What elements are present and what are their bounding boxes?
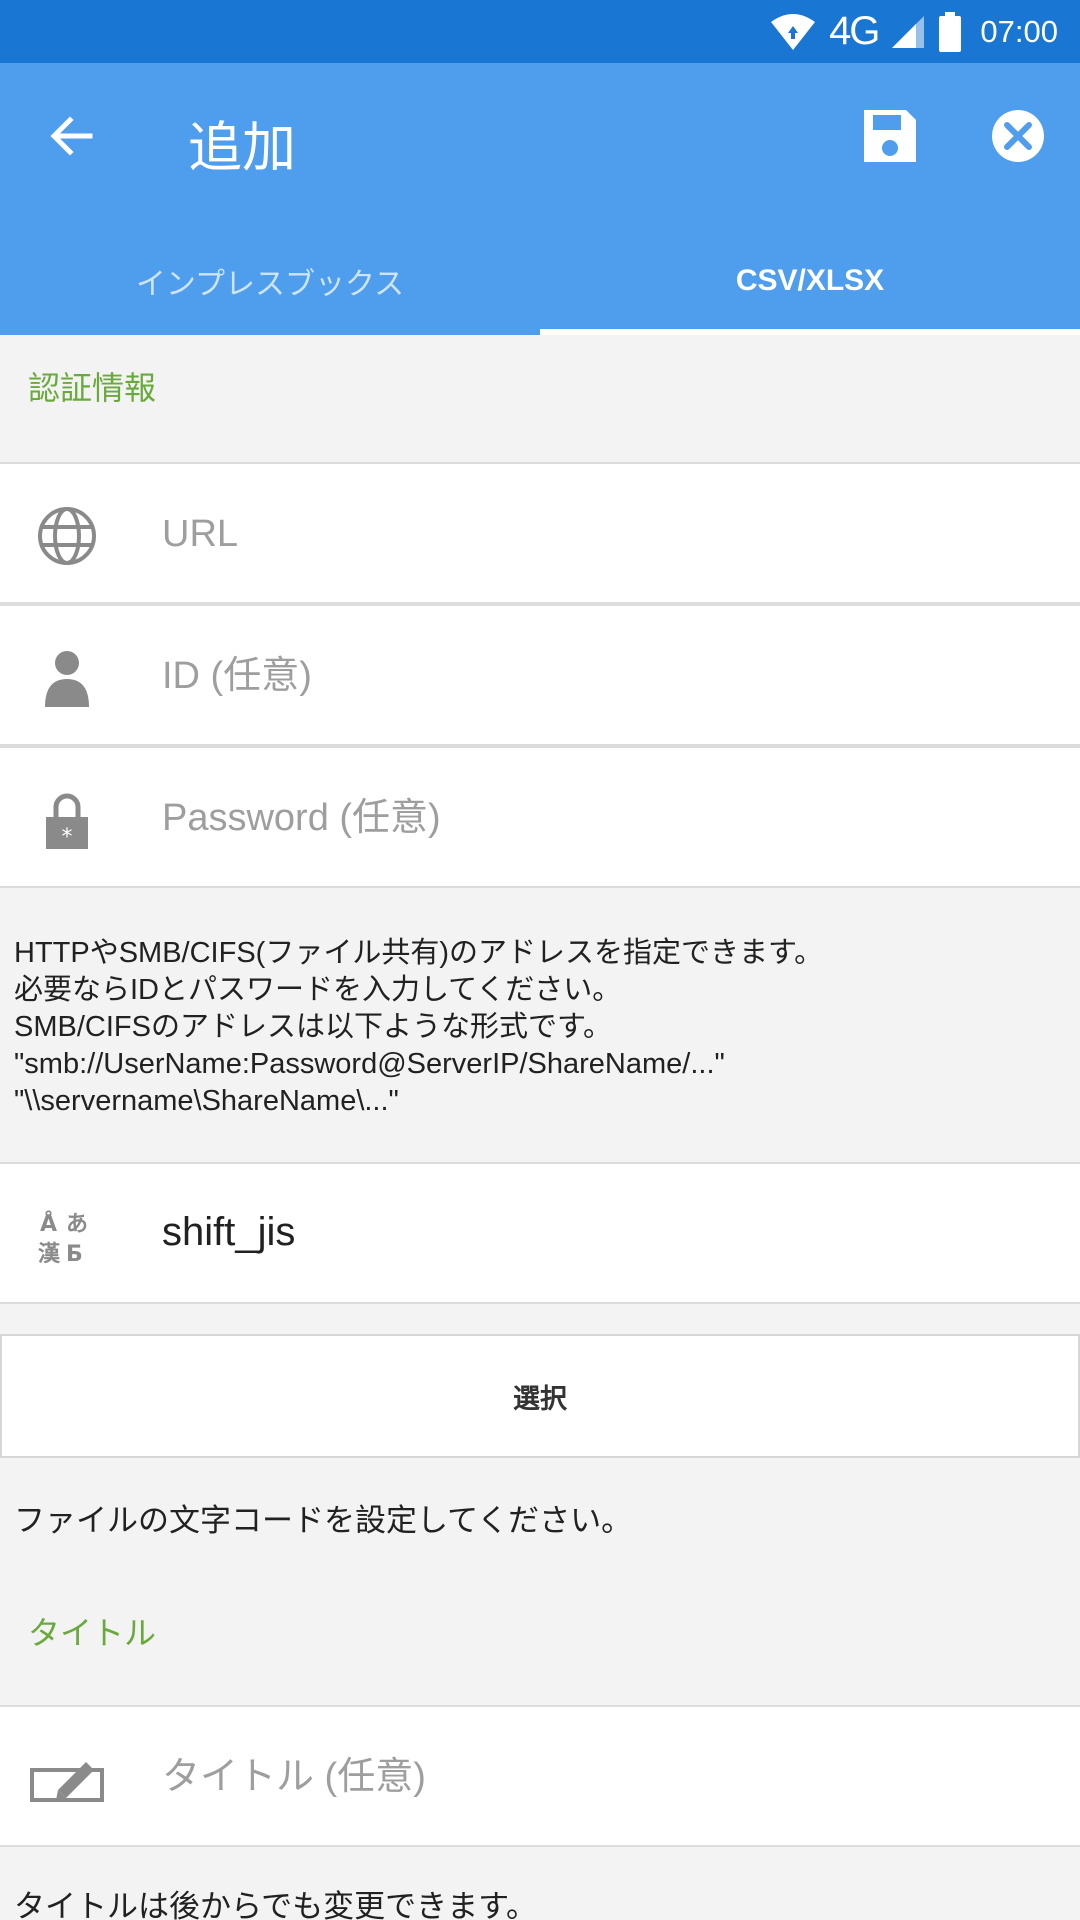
select-button[interactable]: 選択 [0,1334,1080,1458]
network-type: 4G [829,9,880,53]
signal-icon [892,15,925,48]
svg-text:*: * [62,825,73,850]
battery-icon [939,11,962,52]
status-bar: 4G 07:00 [0,0,1080,63]
clock: 07:00 [980,13,1058,49]
title-row [0,1705,1080,1847]
character-encoding-icon: Å あ 漢 Б [38,1211,88,1267]
svg-text:Å: Å [40,1211,57,1237]
save-icon[interactable] [860,106,920,166]
section-label-title: タイトル [28,1614,157,1652]
password-row: * [0,746,1080,888]
close-circle-icon[interactable] [988,106,1048,166]
password-input[interactable] [162,778,1042,858]
id-input[interactable] [162,636,1042,716]
url-row [0,462,1080,604]
edit-pencil-icon [30,1762,104,1802]
svg-text:あ: あ [66,1212,88,1237]
id-row [0,604,1080,746]
svg-text:Б: Б [66,1242,83,1267]
encoding-hint: ファイルの文字コードを設定してください。 [14,1503,633,1538]
lock-icon: * [46,793,88,850]
person-icon [45,651,89,707]
wifi-icon [771,13,816,50]
title-hint: タイトルは後からでも変更できます。 [14,1889,537,1920]
app-bar: 追加 インプレスブックス CSV/XLSX [0,63,1080,335]
encoding-row[interactable]: Å あ 漢 Б shift_jis [0,1162,1080,1304]
url-input[interactable] [162,494,1042,574]
globe-icon [38,507,96,565]
svg-text:漢: 漢 [38,1241,61,1267]
tab-impress-books[interactable]: インプレスブックス [0,226,540,335]
page-title: 追加 [188,116,296,179]
back-arrow-icon[interactable] [42,106,102,166]
tab-bar: インプレスブックス CSV/XLSX [0,226,1080,335]
tab-csv-xlsx[interactable]: CSV/XLSX [540,226,1080,335]
title-input[interactable] [162,1737,1042,1817]
encoding-value: shift_jis [162,1210,296,1254]
auth-hint: HTTPやSMB/CIFS(ファイル共有)のアドレスを指定できます。 必要ならI… [14,937,824,1117]
section-label-auth: 認証情報 [28,369,157,407]
